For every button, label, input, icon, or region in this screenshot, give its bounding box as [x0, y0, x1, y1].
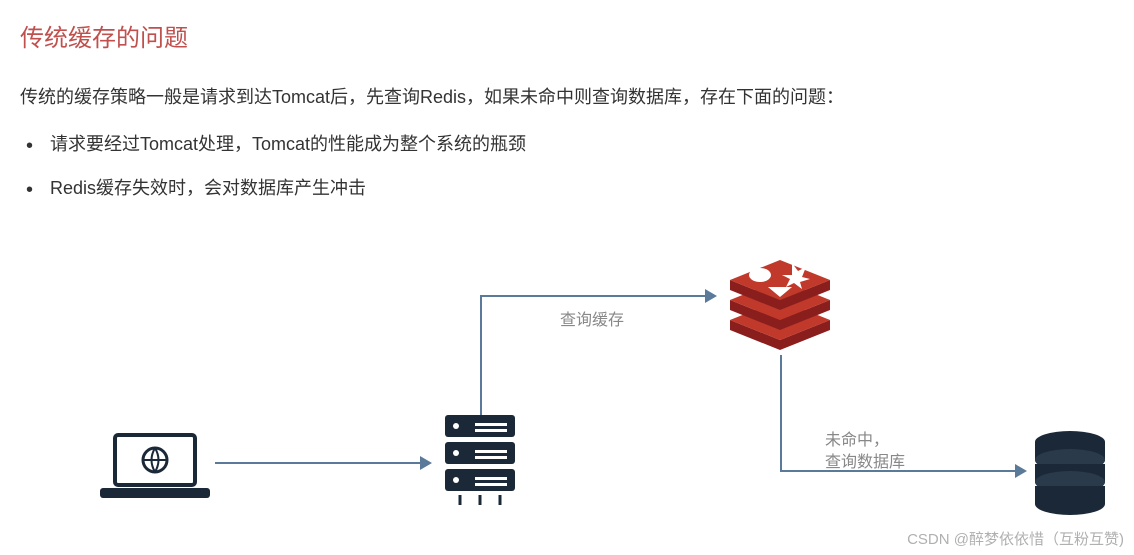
tomcat-server-icon — [430, 410, 530, 510]
arrow-server-redis — [480, 295, 482, 415]
bullet-list: 请求要经过Tomcat处理，Tomcat的性能成为整个系统的瓶颈 Redis缓存… — [0, 112, 1134, 205]
label-query-cache: 查询缓存 — [560, 310, 624, 332]
arrow-head-icon — [705, 289, 717, 303]
bullet-item: 请求要经过Tomcat处理，Tomcat的性能成为整个系统的瓶颈 — [26, 128, 1114, 160]
arrow-server-redis — [480, 295, 710, 297]
page-title: 传统缓存的问题 — [0, 0, 1134, 53]
database-icon — [1030, 430, 1110, 515]
architecture-diagram: 查询缓存 未命中，查询数据库 — [0, 230, 1134, 555]
client-laptop-icon — [100, 430, 210, 500]
bullet-item: Redis缓存失效时，会对数据库产生冲击 — [26, 172, 1114, 204]
redis-cache-icon — [720, 245, 840, 355]
description-text: 传统的缓存策略一般是请求到达Tomcat后，先查询Redis，如果未命中则查询数… — [0, 53, 1134, 112]
arrow-redis-db — [780, 355, 782, 470]
arrow-head-icon — [1015, 464, 1027, 478]
watermark-text: CSDN @醉梦依依惜（互粉互赞) — [907, 528, 1124, 549]
arrow-client-server — [215, 462, 425, 464]
label-miss-query-db: 未命中，查询数据库 — [825, 430, 905, 475]
